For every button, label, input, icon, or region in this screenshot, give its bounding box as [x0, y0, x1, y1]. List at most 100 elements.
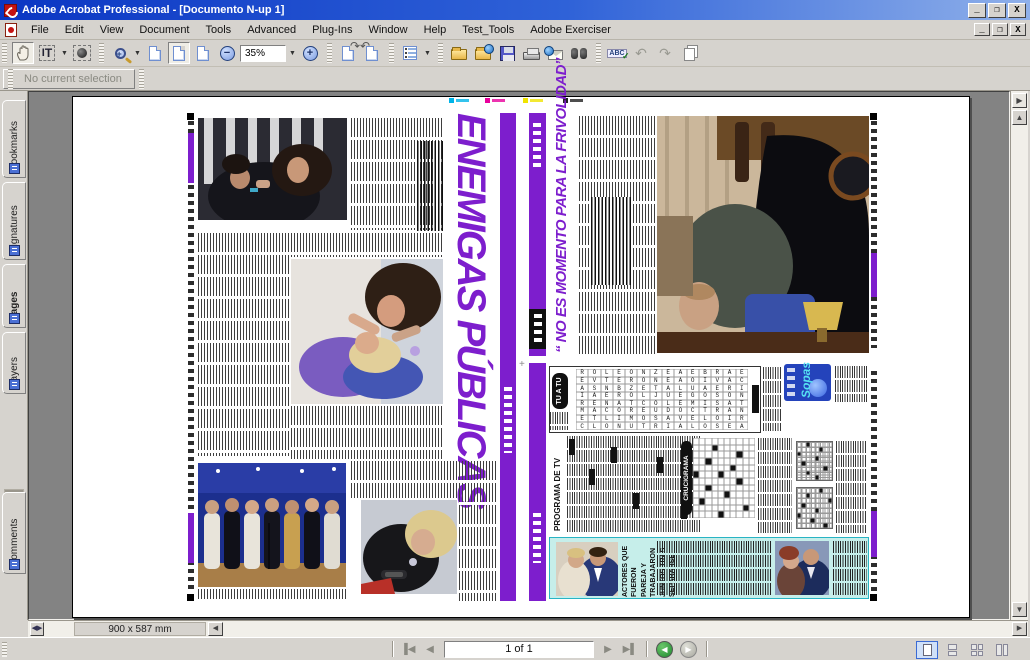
toolbar-grip[interactable]	[2, 43, 7, 63]
title-bar: Adobe Acrobat Professional - [Documento …	[0, 0, 1030, 20]
tv-channel-header	[657, 457, 663, 473]
document-page[interactable]: + ENEMIGAS PÚBLICAS	[72, 96, 970, 618]
scroll-up-button[interactable]: ▲	[1012, 110, 1027, 125]
pane-expand-button[interactable]: ▶	[1012, 93, 1027, 108]
statusbar-grip[interactable]	[2, 642, 7, 657]
spellcheck-button[interactable]: ABC	[606, 42, 628, 64]
tv-channel-header	[611, 447, 617, 463]
left-page-purple-bar	[500, 113, 516, 601]
menu-bar: File Edit View Document Tools Advanced P…	[0, 20, 1030, 40]
single-page-icon	[923, 644, 932, 656]
pane-splitter-button[interactable]: ◀▶	[30, 622, 44, 636]
menu-advanced[interactable]: Advanced	[239, 21, 304, 39]
first-page-button[interactable]: ▐◀	[398, 641, 418, 658]
search-button[interactable]	[568, 42, 590, 64]
continuous-facing-icon	[971, 644, 983, 656]
actual-size-button[interactable]	[144, 42, 166, 64]
bold-intro-text	[417, 141, 443, 231]
basic-tools-group: IT ▼	[0, 40, 97, 66]
doc-restore-button[interactable]: ❐	[992, 23, 1008, 36]
menu-edit[interactable]: Edit	[57, 21, 92, 39]
sidebar-tab-layers[interactable]: Layers	[2, 332, 26, 394]
fit-width-button[interactable]	[192, 42, 214, 64]
minimize-button[interactable]: _	[968, 3, 986, 18]
doc-close-button[interactable]: X	[1010, 23, 1026, 36]
copy-button[interactable]	[678, 42, 700, 64]
navigation-tabs-caret[interactable]: ▼	[423, 42, 432, 64]
body-text-columns	[198, 233, 289, 456]
toolbar-grip[interactable]	[327, 43, 332, 63]
zoom-tool-caret[interactable]: ▼	[133, 42, 142, 64]
sidebar-tab-comments[interactable]: Comments	[2, 492, 26, 574]
bookmarks-panel-icon	[9, 163, 20, 174]
purple-bar-caption-text	[533, 513, 541, 563]
sidebar-tab-pages[interactable]: Pages	[2, 264, 26, 328]
numbered-list-icon	[403, 46, 417, 60]
select-text-tool-button[interactable]: IT	[36, 42, 58, 64]
toolbar-grip[interactable]	[139, 69, 144, 89]
toolbar-grip[interactable]	[8, 69, 13, 89]
menu-view[interactable]: View	[92, 21, 132, 39]
doc-minimize-button[interactable]: _	[974, 23, 990, 36]
previous-page-button[interactable]: ◀	[420, 641, 440, 658]
toolbar-grip[interactable]	[99, 43, 104, 63]
previous-view-button[interactable]: ↷	[337, 42, 359, 64]
redo-button[interactable]: ↷	[654, 42, 676, 64]
menu-help[interactable]: Help	[416, 21, 455, 39]
fit-page-button[interactable]	[168, 42, 190, 64]
sidebar-tab-signatures[interactable]: Signatures	[2, 182, 26, 260]
save-button[interactable]	[496, 42, 518, 64]
zoom-in-button[interactable]: +	[299, 42, 321, 64]
toolbar-grip[interactable]	[596, 43, 601, 63]
continuous-facing-view-button[interactable]	[966, 641, 988, 659]
open-button[interactable]	[448, 42, 470, 64]
snapshot-tool-button[interactable]	[71, 42, 93, 64]
scroll-left-button[interactable]: ◀	[208, 622, 223, 636]
right-article-edge-header	[870, 113, 879, 356]
continuous-view-button[interactable]	[941, 641, 963, 659]
hand-tool-button[interactable]	[12, 42, 34, 64]
facing-view-button[interactable]	[991, 641, 1013, 659]
single-page-view-button[interactable]	[916, 641, 938, 659]
previous-view-nav-button[interactable]: ◀	[656, 641, 673, 658]
select-tool-caret[interactable]: ▼	[60, 42, 69, 64]
scroll-right-button[interactable]: ▶	[1012, 622, 1027, 636]
zoom-level-caret[interactable]: ▼	[288, 42, 297, 64]
horizontal-scrollbar-track[interactable]	[224, 622, 1010, 636]
scroll-down-button[interactable]: ▼	[1012, 602, 1027, 617]
crossword-grid	[693, 438, 755, 518]
body-text-columns	[459, 461, 498, 601]
restore-button[interactable]: ❐	[988, 3, 1006, 18]
print-button[interactable]	[520, 42, 542, 64]
menu-plugins[interactable]: Plug-Ins	[304, 21, 360, 39]
undo-button[interactable]: ↶	[630, 42, 652, 64]
zoom-out-button[interactable]: −	[216, 42, 238, 64]
page-number-input[interactable]: 1 of 1	[444, 641, 594, 658]
toolbar-grip[interactable]	[389, 43, 394, 63]
zoom-level-input[interactable]	[240, 45, 286, 62]
menu-test-tools[interactable]: Test_Tools	[454, 21, 522, 39]
next-page-button[interactable]: ▶	[598, 641, 618, 658]
next-view-button[interactable]: ↶	[361, 42, 383, 64]
menu-file[interactable]: File	[23, 21, 57, 39]
sidebar-tab-bookmarks[interactable]: Bookmarks	[2, 100, 26, 178]
curl-arrow-left-icon: ↶	[360, 39, 370, 53]
zoom-in-tool-button[interactable]: +	[109, 42, 131, 64]
feature-body-text	[833, 541, 867, 595]
menu-adobe-exerciser[interactable]: Adobe Exerciser	[522, 21, 619, 39]
menu-document[interactable]: Document	[131, 21, 197, 39]
last-page-button[interactable]: ▶▌	[620, 641, 640, 658]
spellcheck-abc-icon: ABC	[607, 49, 626, 58]
next-view-nav-button[interactable]: ▶	[680, 641, 697, 658]
purple-bar-caption-text	[504, 387, 512, 453]
open-from-web-button[interactable]	[472, 42, 494, 64]
toolbar-grip[interactable]	[438, 43, 443, 63]
menu-tools[interactable]: Tools	[198, 21, 240, 39]
navigation-tabs-button[interactable]	[399, 42, 421, 64]
menu-window[interactable]: Window	[360, 21, 415, 39]
close-button[interactable]: X	[1008, 3, 1026, 18]
body-text-columns	[836, 441, 867, 533]
vertical-scrollbar[interactable]: ▶ ▲ ▼	[1010, 91, 1028, 620]
printer-icon	[523, 52, 540, 60]
body-text-columns	[291, 233, 443, 257]
